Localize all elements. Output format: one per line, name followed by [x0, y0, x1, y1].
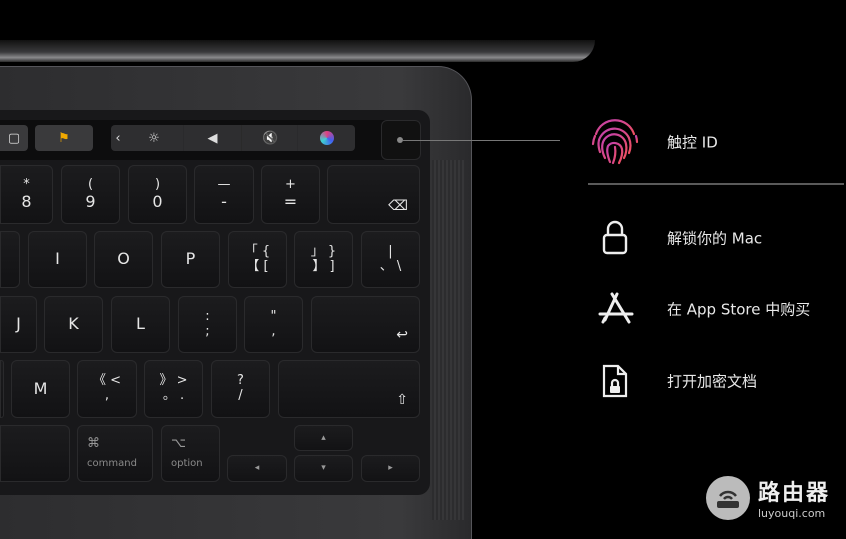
key-arrow-up: ▴: [294, 425, 353, 451]
key-period: 》 >。 .: [144, 360, 203, 418]
key-delete: ⌫: [327, 165, 420, 224]
key-option: ⌥ option: [161, 425, 220, 482]
watermark-url: luyouqi.com: [758, 507, 826, 520]
speaker-grille: [432, 160, 464, 520]
key-slash: ? /: [211, 360, 270, 418]
key-command: ⌘ command: [77, 425, 153, 482]
option-icon: ⌥: [171, 436, 186, 452]
key-equals: + =: [261, 165, 320, 224]
key-0: ) 0: [128, 165, 187, 224]
feature-app-store-label: 在 App Store 中购买: [667, 300, 811, 319]
key-space: [0, 425, 70, 482]
key-left-bracket: 「 {【 [: [228, 231, 287, 288]
key-u: [0, 231, 20, 288]
key-arrow-down: ▾: [294, 455, 353, 482]
divider: [588, 183, 844, 185]
return-icon: ↩: [396, 326, 408, 343]
key-arrow-left: ◂: [227, 455, 287, 482]
key-minus: — -: [194, 165, 254, 224]
flag-icon: ⚑: [35, 125, 93, 151]
key-k: K: [44, 296, 103, 353]
key-right-bracket: 」 }】 ]: [294, 231, 353, 288]
watermark-title: 路由器: [758, 481, 831, 506]
key-backslash: |、 \: [361, 231, 420, 288]
delete-icon: ⌫: [388, 197, 408, 214]
key-return: ↩: [311, 296, 420, 353]
key-8: * 8: [0, 165, 53, 224]
app-store-icon: [598, 292, 634, 324]
key-i: I: [28, 231, 87, 288]
watermark: 路由器 luyouqi.com: [706, 475, 830, 520]
router-logo-icon: [706, 475, 750, 520]
pointer-line: [403, 140, 560, 141]
key-j: J: [0, 296, 37, 353]
siri-icon: [297, 125, 355, 151]
lock-icon: [602, 220, 628, 255]
key-l: L: [111, 296, 170, 353]
key-o: O: [94, 231, 153, 288]
key-semicolon: :;: [178, 296, 237, 353]
volume-icon: ◀: [183, 125, 241, 151]
fingerprint-icon: [591, 119, 639, 165]
key-p: P: [161, 231, 220, 288]
key-quote: ",: [244, 296, 303, 353]
laptop-lid: [0, 40, 595, 62]
key-9: (9: [61, 165, 120, 224]
feature-unlock-label: 解锁你的 Mac: [667, 229, 763, 248]
shift-icon: ⇧: [396, 391, 408, 408]
key-m: M: [11, 360, 70, 418]
key-arrow-right: ▸: [361, 455, 420, 482]
locked-document-icon: [602, 364, 628, 398]
command-icon: ⌘: [87, 436, 100, 452]
key-shift: ⇧: [278, 360, 420, 418]
key-n: [0, 360, 4, 418]
touch-bar-key-partial: ▢: [0, 125, 28, 151]
feature-touch-id-label: 触控 ID: [667, 133, 718, 152]
mute-icon: 🔇: [241, 125, 299, 151]
feature-encrypted-doc-label: 打开加密文档: [667, 372, 758, 391]
key-comma: 《 <,: [77, 360, 137, 418]
brightness-icon: ☼: [148, 130, 160, 146]
chevron-left-icon: ‹: [115, 130, 121, 146]
